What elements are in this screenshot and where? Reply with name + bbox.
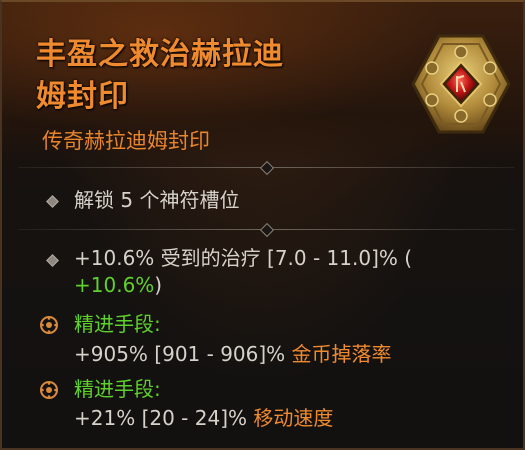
hexagon-seal-icon [411, 34, 511, 134]
masterwork-gear-icon [40, 316, 58, 334]
implicit-affix: 解锁 5 个神符槽位 [74, 188, 240, 212]
affix-desc: 受到的治疗 [7.0 - 11.0]% ( [154, 246, 413, 270]
masterwork-value: +905% [901 - 906]% [74, 342, 292, 366]
divider-top [18, 160, 515, 176]
affix-value: +10.6% [74, 246, 155, 270]
affix-healing-received: +10.6% 受到的治疗 [7.0 - 11.0]% ( +10.6%) [74, 245, 494, 299]
masterwork-value: +21% [20 - 24]% [74, 406, 254, 430]
item-title-line2: 姆封印 [36, 79, 129, 114]
masterwork-movement-speed: +21% [20 - 24]% 移动速度 [74, 405, 333, 432]
masterwork-label: 精进手段: [74, 377, 161, 401]
item-title: 丰盈之救治赫拉迪 姆封印 [36, 34, 366, 118]
bullet-icon [46, 195, 59, 208]
affix-bonus: +10.6% [74, 273, 155, 297]
divider-middle [18, 222, 515, 238]
masterwork-stat: 金币掉落率 [291, 342, 392, 366]
masterwork-gold-find: +905% [901 - 906]% 金币掉落率 [74, 341, 392, 368]
item-tooltip: 丰盈之救治赫拉迪 姆封印 传奇赫拉迪姆封印 解锁 5 个神符槽位 +10.6% … [0, 0, 525, 450]
item-title-line1: 丰盈之救治赫拉迪 [36, 37, 284, 72]
bullet-icon [46, 254, 59, 267]
affix-close: ) [154, 273, 163, 297]
masterwork-label: 精进手段: [74, 312, 161, 336]
masterwork-gear-icon [40, 381, 58, 399]
item-rarity-type: 传奇赫拉迪姆封印 [42, 129, 210, 153]
masterwork-stat: 移动速度 [253, 406, 334, 430]
